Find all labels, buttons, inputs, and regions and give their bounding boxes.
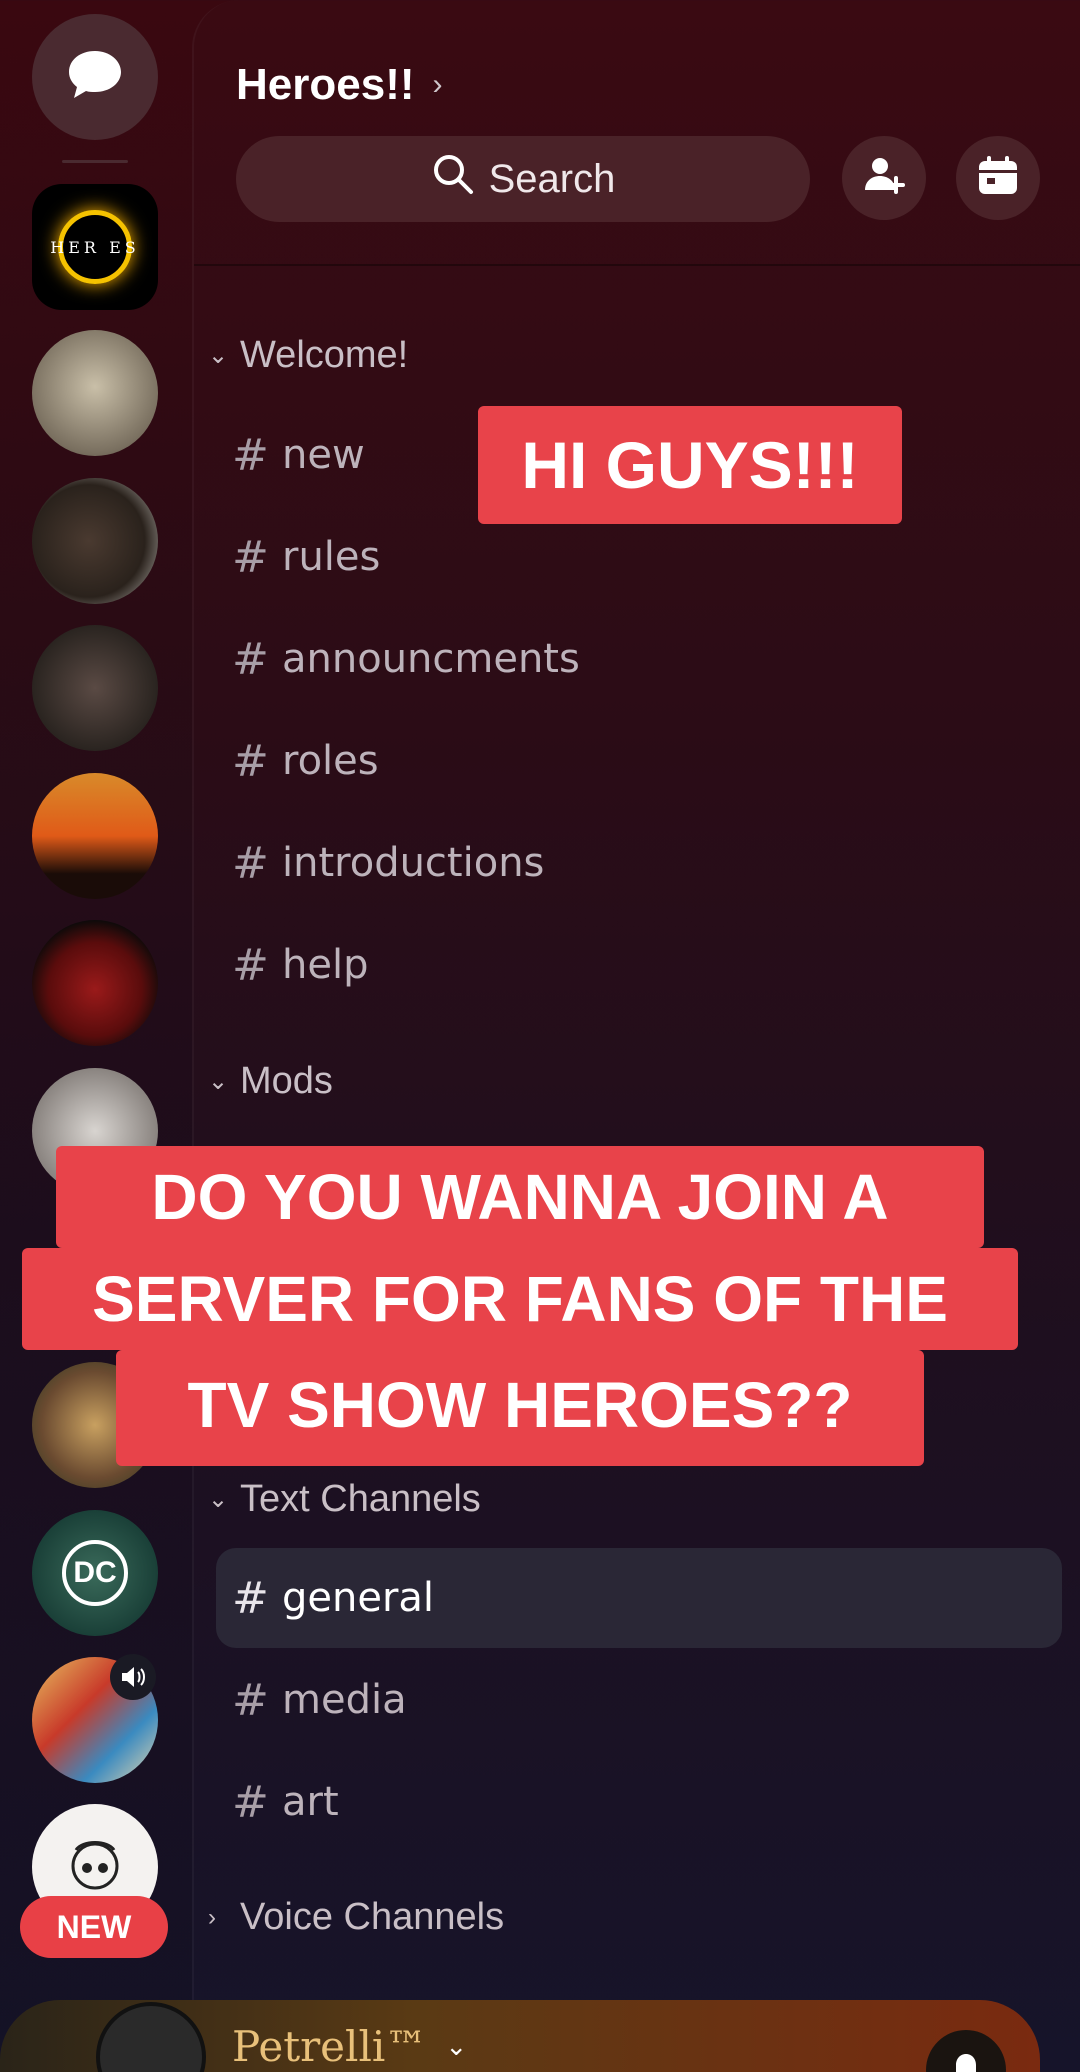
caption-hi-guys: HI GUYS!!! (478, 406, 902, 524)
chevron-down-icon: ⌄ (208, 342, 229, 369)
search-button[interactable]: Search (236, 136, 810, 222)
caption-line-1: DO YOU WANNA JOIN A (56, 1146, 984, 1248)
channel-media[interactable]: # media (216, 1650, 1062, 1750)
speaker-icon (110, 1654, 156, 1700)
caption-line-2: SERVER FOR FANS OF THE (22, 1248, 1018, 1350)
category-voice-channels[interactable]: › Voice Channels (208, 1896, 504, 1939)
category-text-channels[interactable]: ⌄ Text Channels (208, 1478, 481, 1521)
server-icon-cat[interactable] (32, 330, 158, 456)
channel-roles[interactable]: # roles (216, 711, 1062, 811)
category-welcome[interactable]: ⌄ Welcome! (208, 334, 408, 377)
server-icon-dc[interactable]: DC (32, 1510, 158, 1636)
server-icon-heroes[interactable]: HER ES (32, 184, 158, 310)
chevron-down-icon: ⌄ (445, 2031, 468, 2062)
hash-icon: # (232, 837, 269, 889)
hash-icon: # (232, 633, 269, 685)
server-icon-tortie[interactable] (32, 478, 158, 604)
channel-label: new (282, 432, 365, 478)
channel-label: roles (282, 738, 379, 784)
heroes-logo-text: HER ES (50, 237, 140, 257)
channel-panel: Heroes!! › Search ⌄ Welcome! # new # rul… (192, 0, 1080, 2072)
user-name-button[interactable]: Petrelli™ ⌄ (232, 2022, 467, 2071)
server-icon-red-art[interactable] (32, 920, 158, 1046)
events-button[interactable] (956, 136, 1040, 220)
search-label: Search (488, 156, 616, 201)
channel-label: help (282, 942, 369, 988)
chevron-down-icon: ⌄ (208, 1486, 229, 1513)
hash-icon: # (232, 1572, 269, 1624)
hash-icon: # (232, 531, 269, 583)
channel-label: general (282, 1575, 435, 1621)
dc-logo-icon: DC (62, 1540, 128, 1606)
channel-introductions[interactable]: # introductions (216, 813, 1062, 913)
category-label: Text Channels (240, 1478, 481, 1520)
category-label: Mods (240, 1060, 333, 1102)
channel-label: media (282, 1677, 407, 1723)
direct-messages-button[interactable] (32, 14, 158, 140)
hash-icon: # (232, 939, 269, 991)
server-rail: HER ES DC NEW (0, 0, 192, 2072)
rail-divider (62, 160, 128, 163)
chevron-right-icon: › (432, 68, 443, 101)
bell-icon (948, 2050, 984, 2072)
server-icon-sunset[interactable] (32, 773, 158, 899)
channel-announcments[interactable]: # announcments (216, 609, 1062, 709)
channel-help[interactable]: # help (216, 915, 1062, 1015)
invite-members-button[interactable] (842, 136, 926, 220)
category-mods[interactable]: ⌄ Mods (208, 1060, 333, 1103)
hash-icon: # (232, 429, 269, 481)
server-title[interactable]: Heroes!! › (236, 60, 443, 110)
hash-icon: # (232, 1776, 269, 1828)
server-name: Heroes!! (236, 60, 415, 109)
header-divider (194, 264, 1080, 266)
channel-label: announcments (282, 636, 580, 682)
chevron-right-icon: › (208, 1903, 216, 1931)
server-icon-group-photo[interactable] (32, 625, 158, 751)
caption-line-3: TV SHOW HEROES?? (116, 1350, 924, 1466)
channel-label: art (282, 1779, 339, 1825)
new-badge: NEW (20, 1896, 168, 1958)
channel-label: introductions (282, 840, 545, 886)
channel-general[interactable]: # general (216, 1548, 1062, 1648)
category-label: Voice Channels (240, 1896, 505, 1938)
calendar-icon (976, 154, 1020, 202)
add-member-icon (862, 154, 906, 202)
chat-bubble-icon (66, 49, 124, 105)
channel-art[interactable]: # art (216, 1752, 1062, 1852)
search-icon (431, 152, 489, 206)
user-name: Petrelli™ (232, 2022, 428, 2071)
hash-icon: # (232, 1674, 269, 1726)
chevron-down-icon: ⌄ (208, 1068, 229, 1095)
channel-label: rules (282, 534, 381, 580)
category-label: Welcome! (240, 334, 409, 376)
hash-icon: # (232, 735, 269, 787)
